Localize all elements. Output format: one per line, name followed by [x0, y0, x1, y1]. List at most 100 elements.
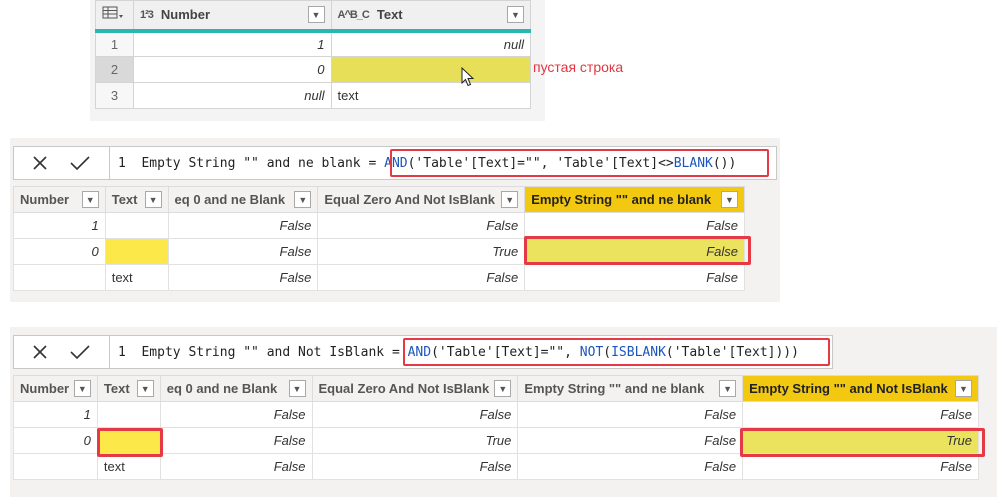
close-icon[interactable]	[32, 155, 48, 171]
cell[interactable]	[13, 453, 98, 480]
chevron-down-icon[interactable]: ▼	[307, 6, 325, 24]
cell[interactable]: False	[517, 453, 744, 480]
row-index[interactable]: 2	[95, 56, 134, 83]
cell[interactable]: False	[517, 401, 744, 428]
cell[interactable]: False	[317, 212, 526, 239]
whole-number-type-icon: 1²3	[139, 8, 154, 21]
formula-highlight-box	[390, 149, 769, 177]
cell[interactable]: False	[742, 453, 979, 480]
column-header-equal-zero[interactable]: Equal Zero And Not IsBlank ▼	[311, 375, 519, 402]
column-header-empty-string[interactable]: Empty String "" and ne blank ▼	[524, 186, 745, 213]
cell-number[interactable]: null	[132, 82, 332, 109]
cell[interactable]	[13, 264, 106, 291]
cell[interactable]: False	[167, 238, 319, 265]
cell[interactable]: 1	[13, 212, 106, 239]
header-label: Text	[103, 381, 130, 396]
column-header-label: Number	[160, 7, 211, 23]
column-header-empty-string[interactable]: Empty String "" and ne blank ▼	[517, 375, 744, 402]
chevron-down-icon[interactable]: ▼	[507, 6, 524, 24]
chevron-down-icon[interactable]: ▼	[144, 191, 162, 208]
cell-number[interactable]: 1	[132, 30, 332, 57]
column-header-number[interactable]: 1²3 Number ▼	[132, 0, 332, 33]
cell[interactable]: False	[317, 264, 526, 291]
header-label: Empty String "" and Not IsBlank	[749, 381, 948, 396]
cell[interactable]	[104, 212, 169, 239]
cell[interactable]: 1	[13, 401, 98, 428]
cell[interactable]: False	[742, 401, 979, 428]
column-header-label: Text	[376, 7, 403, 23]
formula-prefix: Empty String "" and ne blank =	[141, 155, 385, 171]
annotation-empty-string: пустая строка	[533, 59, 624, 75]
cell[interactable]: 0	[13, 427, 98, 454]
chevron-down-icon[interactable]: ▼	[494, 380, 512, 397]
cell[interactable]: False	[517, 427, 744, 454]
cell[interactable]: True	[317, 238, 526, 265]
header-label: Equal Zero And Not IsBlank	[324, 192, 496, 207]
table-menu-button[interactable]	[95, 0, 134, 33]
dax-panel-2: 1 Empty String "" and Not IsBlank = AND(…	[10, 327, 997, 497]
formula-highlight-box	[403, 338, 830, 366]
check-icon[interactable]	[69, 344, 91, 360]
column-header-number[interactable]: Number ▼	[13, 186, 106, 213]
cell[interactable]: True	[311, 427, 519, 454]
cell[interactable]: False	[524, 212, 745, 239]
column-header-number[interactable]: Number ▼	[13, 375, 98, 402]
header-label: Number	[20, 381, 70, 396]
cell-text[interactable]: null	[330, 30, 531, 57]
cell[interactable]: False	[159, 401, 313, 428]
cell[interactable]: text	[96, 453, 161, 480]
pq-table: 1²3 Number ▼ A^B_C Text ▼ 1 1 null 2 0 3 nul…	[95, 0, 531, 109]
column-header-not-isblank[interactable]: Empty String "" and Not IsBlank ▼	[742, 375, 979, 402]
chevron-down-icon[interactable]: ▼	[294, 191, 312, 208]
table-row: 1 False False False False	[13, 401, 979, 428]
text-type-icon: A^B_C	[337, 8, 370, 21]
column-header-eq0[interactable]: eq 0 and ne Blank ▼	[167, 186, 319, 213]
chevron-down-icon[interactable]: ▼	[136, 380, 154, 397]
cell-text[interactable]: text	[330, 82, 531, 109]
cell[interactable]: 0	[13, 238, 106, 265]
chevron-down-icon[interactable]: ▼	[501, 191, 519, 208]
table-row: 1 1 null	[95, 30, 531, 57]
cell[interactable]: False	[159, 427, 313, 454]
row-index[interactable]: 3	[95, 82, 134, 109]
column-header-text[interactable]: Text ▼	[104, 186, 169, 213]
cell[interactable]: False	[167, 264, 319, 291]
header-label: eq 0 and ne Blank	[166, 381, 278, 396]
table-row: text False False False False	[13, 453, 979, 480]
close-icon[interactable]	[32, 344, 48, 360]
header-label: Empty String "" and ne blank	[524, 381, 705, 396]
formula-prefix: Empty String "" and Not IsBlank =	[141, 344, 408, 360]
chevron-down-icon[interactable]: ▼	[288, 380, 306, 397]
power-query-grid: 1²3 Number ▼ A^B_C Text ▼ 1 1 null 2 0 3 nul…	[90, 0, 545, 121]
table-row: text False False False	[13, 264, 745, 291]
header-label: eq 0 and ne Blank	[174, 192, 286, 207]
column-header-text[interactable]: Text ▼	[96, 375, 161, 402]
cell[interactable]: False	[524, 264, 745, 291]
cell[interactable]: False	[167, 212, 319, 239]
text-cell-highlight-box	[97, 428, 163, 457]
table-icon	[102, 6, 123, 19]
table-row: 1 False False False	[13, 212, 745, 239]
cell[interactable]: False	[159, 453, 313, 480]
column-header-text[interactable]: A^B_C Text ▼	[330, 0, 531, 33]
column-header-eq0[interactable]: eq 0 and ne Blank ▼	[159, 375, 313, 402]
cell-text-empty[interactable]	[330, 56, 531, 83]
cell-number[interactable]: 0	[132, 56, 332, 83]
chevron-down-icon[interactable]: ▼	[81, 191, 99, 208]
check-icon[interactable]	[69, 155, 91, 171]
chevron-down-icon[interactable]: ▼	[719, 380, 737, 397]
chevron-down-icon[interactable]: ▼	[721, 191, 738, 208]
cell[interactable]: False	[311, 453, 519, 480]
chevron-down-icon[interactable]: ▼	[73, 380, 91, 397]
cell[interactable]: text	[104, 264, 169, 291]
header-label: Text	[111, 192, 138, 207]
cell-empty-string[interactable]	[104, 238, 169, 265]
result-highlight-box	[524, 236, 751, 265]
cell[interactable]	[96, 401, 161, 428]
chevron-down-icon[interactable]: ▼	[955, 380, 972, 397]
mouse-cursor-icon	[461, 67, 475, 87]
line-number: 1	[118, 344, 126, 360]
cell[interactable]: False	[311, 401, 519, 428]
row-index[interactable]: 1	[95, 30, 134, 57]
column-header-equal-zero[interactable]: Equal Zero And Not IsBlank ▼	[317, 186, 526, 213]
